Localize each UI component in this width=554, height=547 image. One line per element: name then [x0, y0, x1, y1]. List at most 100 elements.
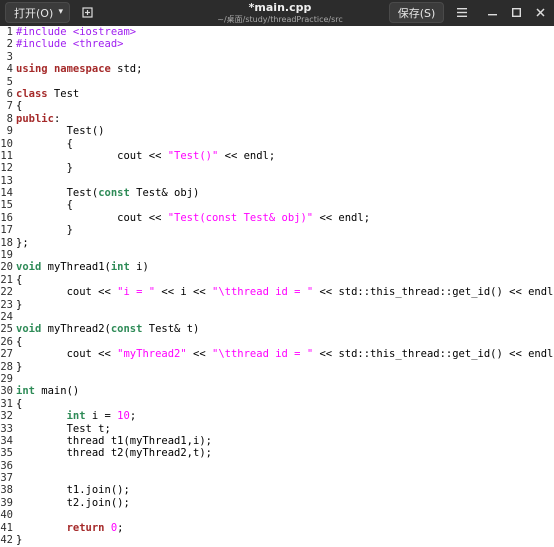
- code-line[interactable]: 17 }: [0, 224, 554, 236]
- code-line[interactable]: 31{: [0, 398, 554, 410]
- code-text: using namespace std;: [16, 63, 142, 75]
- code-line[interactable]: 13: [0, 175, 554, 187]
- code-line[interactable]: 39 t2.join();: [0, 497, 554, 509]
- code-text: return 0;: [16, 522, 124, 534]
- code-line[interactable]: 8 public:: [0, 113, 554, 125]
- code-line[interactable]: 6 class Test: [0, 88, 554, 100]
- line-number: 7: [6, 100, 13, 113]
- line-number: 10: [0, 137, 13, 150]
- code-line[interactable]: 9 Test(): [0, 125, 554, 137]
- code-line[interactable]: 30 int main(): [0, 385, 554, 397]
- code-token: << std::this_thread::get_id() << endl;: [313, 348, 554, 361]
- code-token: i =: [85, 410, 118, 423]
- line-number: 13: [0, 174, 13, 187]
- code-text: Test(const Test& obj): [16, 187, 200, 199]
- code-line[interactable]: 28}: [0, 361, 554, 373]
- code-token: }: [16, 360, 23, 373]
- code-line[interactable]: 20 void myThread1(int i): [0, 261, 554, 273]
- code-token: "i = ": [117, 286, 156, 299]
- open-button[interactable]: 打开(O) ▾: [5, 2, 70, 23]
- code-line[interactable]: 16 cout << "Test(const Test& obj)" << en…: [0, 212, 554, 224]
- code-line[interactable]: 36: [0, 460, 554, 472]
- code-line[interactable]: 23}: [0, 299, 554, 311]
- code-line[interactable]: 29: [0, 373, 554, 385]
- line-number: 16: [0, 211, 13, 224]
- code-token: void: [16, 323, 42, 336]
- code-text: cout << "myThread2" << "\tthread id = " …: [16, 348, 554, 360]
- code-line[interactable]: 38 t1.join();: [0, 484, 554, 496]
- code-line[interactable]: 40: [0, 509, 554, 521]
- code-line[interactable]: 4 using namespace std;: [0, 63, 554, 75]
- line-number: 14: [0, 187, 13, 200]
- code-text: cout << "Test()" << endl;: [16, 150, 275, 162]
- code-text: {: [16, 100, 22, 112]
- code-line[interactable]: 14 Test(const Test& obj): [0, 187, 554, 199]
- code-line[interactable]: 3: [0, 51, 554, 63]
- code-text: {: [16, 274, 22, 286]
- line-number: 1: [6, 26, 13, 38]
- code-text: {: [16, 199, 73, 211]
- code-token: void: [16, 261, 42, 274]
- code-line[interactable]: 19: [0, 249, 554, 261]
- code-line[interactable]: 37: [0, 472, 554, 484]
- code-line[interactable]: 33 Test t;: [0, 423, 554, 435]
- code-line[interactable]: 11 cout << "Test()" << endl;: [0, 150, 554, 162]
- code-line[interactable]: 2 #include <thread>: [0, 38, 554, 50]
- code-line[interactable]: 7{: [0, 100, 554, 112]
- code-token: class: [16, 87, 48, 100]
- line-number: 18: [0, 236, 13, 249]
- code-line[interactable]: 15 {: [0, 199, 554, 211]
- code-line[interactable]: 22 cout << "i = " << i << "\tthread id =…: [0, 286, 554, 298]
- line-number: 39: [0, 496, 13, 509]
- code-line[interactable]: 26{: [0, 336, 554, 348]
- code-token: "\tthread id = ": [212, 348, 314, 361]
- code-editor[interactable]: 1 #include <iostream> 2 #include <thread> 3 4…: [0, 26, 554, 547]
- code-text: t2.join();: [16, 497, 130, 509]
- line-number: 33: [0, 422, 13, 435]
- code-line[interactable]: 27 cout << "myThread2" << "\tthread id =…: [0, 348, 554, 360]
- code-line[interactable]: 35 thread t2(myThread2,t);: [0, 447, 554, 459]
- code-text: class Test: [16, 88, 79, 100]
- code-text: }: [16, 361, 22, 373]
- code-token: thread t2(myThread2,t);: [16, 447, 212, 460]
- line-number: 41: [0, 521, 13, 534]
- code-line[interactable]: 5: [0, 76, 554, 88]
- code-line[interactable]: 32 int i = 10;: [0, 410, 554, 422]
- code-token: const: [110, 323, 143, 336]
- code-line[interactable]: 18};: [0, 237, 554, 249]
- close-icon: [535, 8, 545, 17]
- close-button[interactable]: [530, 2, 550, 23]
- code-token: };: [16, 236, 29, 249]
- line-number: 28: [0, 360, 13, 373]
- code-line[interactable]: 12 }: [0, 162, 554, 174]
- code-line[interactable]: 1 #include <iostream>: [0, 26, 554, 38]
- code-line[interactable]: 41 return 0;: [0, 522, 554, 534]
- save-button[interactable]: 保存(S): [389, 2, 444, 23]
- code-token: {: [16, 335, 23, 348]
- code-token: :: [53, 112, 61, 125]
- code-line[interactable]: 24: [0, 311, 554, 323]
- code-token: "myThread2": [117, 348, 187, 361]
- code-line[interactable]: 42}: [0, 534, 554, 546]
- maximize-button[interactable]: [506, 2, 526, 23]
- code-line[interactable]: 25 void myThread2(const Test& t): [0, 323, 554, 335]
- window-subtitle: ~/桌面/study/threadPractice/src: [217, 15, 343, 24]
- code-text: cout << "Test(const Test& obj)" << endl;: [16, 212, 370, 224]
- code-token: cout <<: [16, 348, 118, 361]
- code-token: <<: [186, 348, 212, 361]
- code-line[interactable]: 10 {: [0, 138, 554, 150]
- code-text: int i = 10;: [16, 410, 137, 423]
- code-token: t1.join();: [16, 484, 130, 497]
- line-number: 42: [0, 534, 13, 547]
- new-document-button[interactable]: [76, 2, 98, 23]
- minimize-button[interactable]: [482, 2, 502, 23]
- hamburger-menu-button[interactable]: [452, 2, 472, 23]
- code-line[interactable]: 21{: [0, 274, 554, 286]
- code-token: "\tthread id = ": [212, 286, 314, 299]
- code-text: void myThread2(const Test& t): [16, 323, 199, 335]
- code-text: public:: [16, 113, 60, 125]
- code-line[interactable]: 34 thread t1(myThread1,i);: [0, 435, 554, 447]
- code-text: {: [16, 138, 73, 150]
- code-token: cout <<: [16, 211, 168, 224]
